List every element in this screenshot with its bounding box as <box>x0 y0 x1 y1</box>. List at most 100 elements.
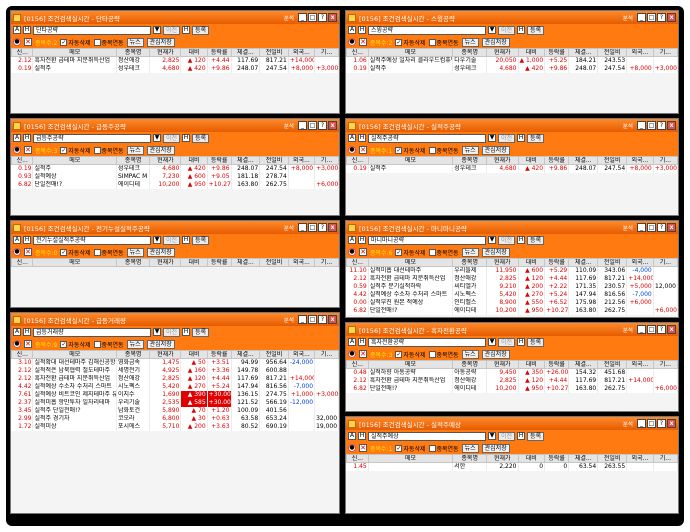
column-header[interactable]: 종목명 <box>452 48 488 57</box>
table-row[interactable]: 6.82 단일전매!? 에이디테 10,200 ▲ 950 +10.27 163.80 262… <box>346 384 678 393</box>
table-row[interactable]: 0.93 실적예상 SIMPAC M 7,230 ▲ 600 +9.05 181.18 278… <box>11 172 339 181</box>
window-min-button[interactable]: _ <box>637 121 646 130</box>
column-header[interactable]: 등락률 <box>544 156 570 165</box>
prev-button[interactable]: 이전 <box>163 25 181 35</box>
register-button[interactable]: 등록 <box>192 133 210 143</box>
column-header[interactable]: 외국... <box>626 156 654 165</box>
record-icon[interactable]: ● <box>348 38 356 46</box>
column-header[interactable]: 체결... <box>568 360 599 369</box>
close-icon[interactable]: ✕ <box>359 350 367 358</box>
condition-select[interactable]: 전기누설실적주공략 <box>33 235 151 245</box>
duplicate-checkbox[interactable]: 중복연동 <box>93 38 124 47</box>
column-header[interactable]: 기... <box>652 48 678 57</box>
hold-button[interactable]: H <box>358 236 366 244</box>
column-header[interactable]: 기... <box>652 258 678 267</box>
column-header[interactable]: 종목명 <box>452 454 488 463</box>
column-header[interactable]: 체결... <box>568 454 599 463</box>
close-icon[interactable]: ✕ <box>24 38 32 46</box>
column-header[interactable]: 외국... <box>626 258 654 267</box>
title-bar[interactable]: [0156] 조건검색실시간 - 마니마니공략 분석 _ □? x <box>346 221 678 234</box>
next-icon[interactable]: H <box>517 338 526 346</box>
window-help-button[interactable]: ? <box>657 223 666 232</box>
auto-delete-checkbox[interactable]: ✓ 자동삭제 <box>395 38 426 47</box>
column-header[interactable]: 현재가 <box>149 156 182 165</box>
window-close-button[interactable]: x <box>328 13 337 22</box>
window-min-button[interactable]: _ <box>298 121 307 130</box>
table-row[interactable]: 6.82 단일전매!? 에이디테 10,200 ▲ 950 +10.27 163.80 262… <box>11 180 339 189</box>
duplicate-checkbox[interactable]: 중복연동 <box>93 340 124 349</box>
column-header[interactable]: 기... <box>652 156 678 165</box>
save-interest-button[interactable]: 관심저장 <box>481 443 510 453</box>
column-header[interactable]: 현재가 <box>486 454 519 463</box>
record-icon[interactable]: ● <box>13 146 21 154</box>
column-header[interactable]: 대비 <box>517 156 546 165</box>
prev-condition-button[interactable]: A <box>13 134 21 142</box>
close-icon[interactable]: ✕ <box>24 146 32 154</box>
column-header[interactable]: 외국... <box>287 258 316 267</box>
column-header[interactable]: 대비 <box>180 48 208 57</box>
column-header[interactable]: 신... <box>346 156 369 165</box>
title-bar[interactable]: [0156] 조건검색실시간 - 실적주공략 분석 _ □? x <box>346 119 678 132</box>
window-close-button[interactable]: x <box>667 419 676 428</box>
record-icon[interactable]: ● <box>348 350 356 358</box>
column-header[interactable]: 대비 <box>517 48 546 57</box>
record-icon[interactable]: ● <box>348 146 356 154</box>
window-close-button[interactable]: x <box>667 325 676 334</box>
column-header[interactable]: 체결... <box>230 156 261 165</box>
column-header[interactable]: 등락률 <box>544 454 570 463</box>
auto-delete-checkbox[interactable]: ✓ 자동삭제 <box>60 248 91 257</box>
column-header[interactable]: 등락률 <box>206 350 232 359</box>
table-row[interactable]: 4.42 실적예상 수소차 수처리 스마트 시노펙스 5,420 ▲ 270 +5.24 1… <box>346 290 678 299</box>
column-header[interactable]: 전일비 <box>259 156 289 165</box>
record-icon[interactable]: ● <box>348 248 356 256</box>
dropdown-icon[interactable]: ▼ <box>488 236 496 244</box>
save-interest-button[interactable]: 관심저장 <box>146 339 175 349</box>
column-header[interactable]: 기... <box>314 48 339 57</box>
news-button[interactable]: 뉴스 <box>126 339 144 349</box>
column-header[interactable]: 메모 <box>32 350 117 359</box>
register-button[interactable]: 등록 <box>527 235 545 245</box>
table-row[interactable]: 0.19 실적주 성우테크 4,680 ▲ 420 +9.86 248.07 247.54 +8… <box>11 164 339 173</box>
record-icon[interactable]: ● <box>13 248 21 256</box>
window-help-button[interactable]: ? <box>318 223 327 232</box>
column-header[interactable]: 전일비 <box>597 156 628 165</box>
register-button[interactable]: 등록 <box>192 327 210 337</box>
next-icon[interactable]: H <box>517 134 526 142</box>
auto-delete-checkbox[interactable]: ✓ 자동삭제 <box>395 248 426 257</box>
dropdown-icon[interactable]: ▼ <box>153 26 161 34</box>
table-row[interactable]: 1.72 실적미상 포시에스 5,710 ▲ 200 +3.63 80.52 690.19 19… <box>11 422 339 431</box>
column-header[interactable]: 신... <box>11 350 34 359</box>
window-min-button[interactable]: _ <box>637 325 646 334</box>
dropdown-icon[interactable]: ▼ <box>488 338 496 346</box>
duplicate-checkbox[interactable]: 중복연동 <box>428 444 459 453</box>
window-max-button[interactable]: □ <box>647 121 656 130</box>
window-close-button[interactable]: x <box>667 13 676 22</box>
table-row[interactable]: 0.19 실적주 성우테크 4,680 ▲ 420 +9.86 248.07 247.54 +8… <box>346 64 678 73</box>
dropdown-icon[interactable]: ▼ <box>153 328 161 336</box>
column-header[interactable]: 외국... <box>626 454 654 463</box>
condition-select[interactable]: 흑자전환공략 <box>368 337 486 347</box>
window-help-button[interactable]: ? <box>657 121 666 130</box>
column-header[interactable]: 체결... <box>230 350 261 359</box>
dropdown-icon[interactable]: ▼ <box>488 26 496 34</box>
duplicate-checkbox[interactable]: 중복연동 <box>93 146 124 155</box>
column-header[interactable]: 외국... <box>626 360 654 369</box>
prev-condition-button[interactable]: A <box>13 328 21 336</box>
table-row[interactable]: 0.19 실적주 성우테크 4,680 ▲ 420 +9.86 248.07 247.54 +8… <box>11 64 339 73</box>
save-interest-button[interactable]: 관심저장 <box>481 37 510 47</box>
condition-select[interactable]: 급등주공략 <box>33 133 151 143</box>
table-row[interactable]: 0.19 실적주 성우테크 4,680 ▲ 420 +9.86 248.07 247.54 +8… <box>346 164 678 173</box>
window-min-button[interactable]: _ <box>637 13 646 22</box>
news-button[interactable]: 뉴스 <box>461 145 479 155</box>
column-header[interactable]: 등락률 <box>206 156 232 165</box>
save-interest-button[interactable]: 관심저장 <box>146 247 175 257</box>
close-icon[interactable]: ✕ <box>24 248 32 256</box>
window-min-button[interactable]: _ <box>298 13 307 22</box>
column-header[interactable]: 현재가 <box>149 48 182 57</box>
next-icon[interactable]: H <box>517 26 526 34</box>
register-button[interactable]: 등록 <box>527 337 545 347</box>
table-row[interactable]: 1.45 서한 2,220 0 0 63.54 263.55 <box>346 462 678 471</box>
title-bar[interactable]: [0156] 조건검색실시간 - 실적주예상 분석 _ □? x <box>346 417 678 430</box>
condition-select[interactable]: 단타공략 <box>33 25 151 35</box>
window-close-button[interactable]: x <box>667 223 676 232</box>
